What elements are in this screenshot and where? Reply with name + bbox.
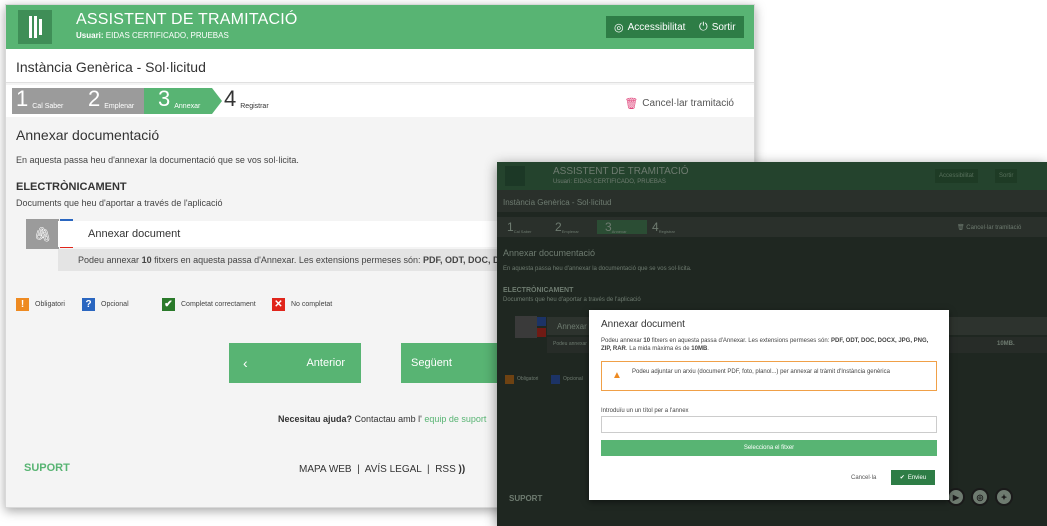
step-cal-saber[interactable]: 1 Cal Saber <box>12 88 74 114</box>
optional-icon: ? <box>82 298 95 311</box>
accessibility-button[interactable]: ◎ Accessibilitat <box>606 16 694 38</box>
rss-link[interactable]: RSS <box>435 464 456 475</box>
youtube-icon[interactable]: ▶ <box>947 488 965 506</box>
mandatory-icon: ! <box>16 298 29 311</box>
app-title: ASSISTENT DE TRAMITACIÓ <box>553 166 689 177</box>
paperclip-icon[interactable]: 🖇 <box>26 219 59 249</box>
section-title: Annexar documentació <box>503 248 596 258</box>
page-title: Instància Genèrica - Sol·licitud <box>6 49 754 83</box>
chevron-left-icon: ‹ <box>243 355 248 371</box>
electronic-desc: Documents que heu d'aportar a través de … <box>16 198 223 208</box>
app-header: ASSISTENT DE TRAMITACIÓ Usuari: EIDAS CE… <box>6 5 754 49</box>
step-cal-saber[interactable]: 1 Cal Saber <box>507 220 547 234</box>
step-registrar[interactable]: 4 Registrar <box>652 220 712 234</box>
select-file-button[interactable]: Selecciona el fitxer <box>601 440 937 456</box>
electronic-title: ELECTRÒNICAMENT <box>503 287 574 294</box>
electronic-title: ELECTRÒNICAMENT <box>16 181 127 193</box>
annex-title-label: Introduïu un un títol per a l'annex <box>601 408 689 414</box>
not-completed-badge-icon <box>537 328 546 337</box>
document-info-text: Podeu annexar <box>553 341 587 347</box>
cancel-process-link[interactable]: 🗑 Cancel·lar tramitació <box>957 224 1021 231</box>
power-icon: ⏻ <box>699 20 708 33</box>
footer-support[interactable]: SUPORT <box>509 494 542 503</box>
footer-support[interactable]: SUPORT <box>24 462 70 474</box>
legend-not-completed: ✕ No completat <box>272 298 332 311</box>
legend-optional: Opcional <box>563 376 583 382</box>
dialog-title: Annexar document <box>601 319 685 330</box>
step-arrow <box>212 88 222 114</box>
legend-optional: ? Opcional <box>82 298 129 311</box>
document-label: Annexar document <box>88 228 181 240</box>
electronic-desc: Documents que heu d'aportar a través de … <box>503 297 641 303</box>
step-annexar[interactable]: 3 Annexar <box>144 88 212 114</box>
cancel-process-link[interactable]: 🗑 Cancel·lar tramitació <box>624 97 734 110</box>
optional-badge-icon <box>537 317 546 326</box>
legend-mandatory: ! Obligatori <box>16 298 65 311</box>
accessibility-icon: ◎ <box>614 21 624 34</box>
page-title: Instància Genèrica - Sol·licitud <box>503 198 612 207</box>
annex-document-dialog: Annexar document Podeu annexar 10 fitxer… <box>589 310 949 500</box>
app-title: ASSISTENT DE TRAMITACIÓ <box>76 11 298 28</box>
accessibility-button[interactable]: Accessibilitat <box>935 169 978 183</box>
cross-icon: ✕ <box>272 298 285 311</box>
support-link[interactable]: equip de suport <box>424 414 486 424</box>
warning-box: ▲ Podeu adjuntar un arxiu (document PDF,… <box>601 361 937 391</box>
logout-button[interactable]: Sortir <box>995 169 1018 183</box>
check-icon: ✔ <box>899 475 905 481</box>
section-title: Annexar documentació <box>16 127 160 143</box>
send-button[interactable]: ✔ Envieu <box>891 470 935 485</box>
step-emplenar[interactable]: 2 Emplenar <box>547 220 597 234</box>
optional-icon <box>551 375 560 384</box>
section-desc: En aquesta passa heu d'annexar la docume… <box>16 155 299 165</box>
instagram-icon[interactable]: ◎ <box>971 488 989 506</box>
logout-button[interactable]: ⏻ Sortir <box>691 16 744 38</box>
user-info: Usuari: EIDAS CERTIFICADO, PRUEBAS <box>553 179 666 185</box>
rss-icon: )) <box>458 464 466 475</box>
legal-link[interactable]: AVÍS LEGAL <box>365 464 422 475</box>
user-info: Usuari: EIDAS CERTIFICADO, PRUEBAS <box>76 31 229 40</box>
step-registrar[interactable]: 4 Registrar <box>224 88 294 114</box>
govern-logo <box>505 166 525 186</box>
dialog-description: Podeu annexar 10 fitxers en aquesta pass… <box>601 338 929 352</box>
footer-links: MAPA WEB | AVÍS LEGAL | RSS )) <box>299 464 466 475</box>
legend-completed: ✔ Completat correctament <box>162 298 256 311</box>
document-info-size: 10MB. <box>997 341 1015 347</box>
step-annexar[interactable]: 3 Annexar <box>597 220 647 234</box>
trash-icon: 🗑 <box>624 98 639 110</box>
mandatory-icon <box>505 375 514 384</box>
warning-icon: ▲ <box>612 370 622 381</box>
previous-button[interactable]: ‹ Anterior <box>229 343 361 383</box>
step-emplenar[interactable]: 2 Emplenar <box>74 88 144 114</box>
legend-mandatory: Obligatori <box>517 376 539 382</box>
sitemap-link[interactable]: MAPA WEB <box>299 464 352 475</box>
check-icon: ✔ <box>162 298 175 311</box>
twitter-icon[interactable]: ✦ <box>995 488 1013 506</box>
next-button[interactable]: Següent <box>401 343 497 383</box>
help-text: Necesitau ajuda? Contactau amb l' equip … <box>278 414 487 424</box>
govern-logo <box>18 10 52 44</box>
section-desc: En aquesta passa heu d'annexar la docume… <box>503 266 692 272</box>
annex-title-input[interactable] <box>601 416 937 433</box>
cancel-button[interactable]: Cancel·la <box>851 475 876 481</box>
paperclip-icon[interactable] <box>515 316 537 338</box>
